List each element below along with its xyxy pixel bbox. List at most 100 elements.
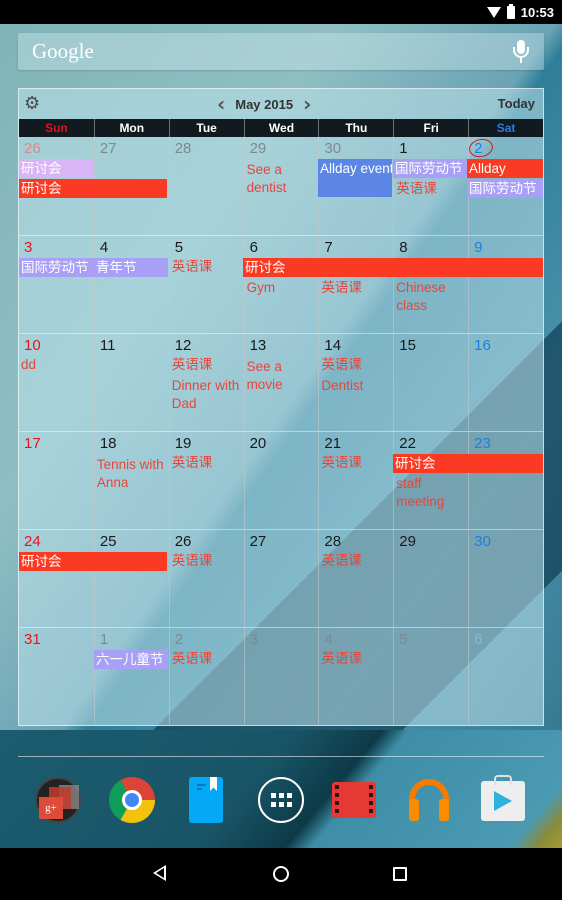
event-text[interactable]: Gym: [247, 279, 276, 297]
event-text[interactable]: 英语课: [321, 650, 362, 668]
navigation-bar: [0, 848, 562, 900]
event-text[interactable]: 英语课: [172, 258, 213, 276]
event-text[interactable]: Dentist: [321, 377, 363, 395]
day-cell[interactable]: 10 dd: [19, 334, 94, 431]
day-cell[interactable]: 9: [468, 236, 543, 334]
event-text[interactable]: 英语课: [321, 356, 362, 374]
day-cell[interactable]: 15: [393, 334, 468, 432]
day-cell[interactable]: 8 Chinese class: [393, 236, 468, 334]
day-cell[interactable]: 21 英语课: [318, 432, 393, 530]
app-drawer-icon[interactable]: [258, 777, 304, 823]
event-bar[interactable]: Allday event: [318, 159, 392, 197]
mic-icon[interactable]: [512, 39, 530, 64]
event-text[interactable]: 英语课: [321, 454, 362, 472]
day-cell[interactable]: 19 英语课: [168, 432, 244, 530]
gear-icon[interactable]: ⚙: [24, 94, 46, 114]
event-bar[interactable]: 研讨会: [393, 454, 543, 474]
day-cell[interactable]: 25: [93, 530, 169, 628]
event-text[interactable]: 英语课: [172, 454, 213, 472]
today-button[interactable]: Today: [498, 96, 535, 111]
week-row: 3 4 5 英语课 6 Gym 7 英语课 8 Chinese class 9 …: [19, 235, 543, 334]
day-number: 3: [249, 631, 258, 649]
event-bar[interactable]: 研讨会: [19, 179, 167, 198]
day-cell[interactable]: 18 Tennis with Anna: [93, 432, 169, 530]
home-icon[interactable]: [273, 866, 289, 882]
day-cell[interactable]: 6 Gym: [243, 236, 319, 334]
day-number: 4: [324, 631, 333, 649]
event-text[interactable]: Chinese class: [396, 279, 462, 315]
event-text[interactable]: 英语课: [321, 279, 362, 297]
day-cell[interactable]: 4 英语课: [318, 628, 393, 726]
day-cell[interactable]: 2 英语课: [168, 628, 244, 726]
day-cell[interactable]: 4: [93, 236, 169, 334]
chevron-left-icon[interactable]: ‹: [217, 94, 225, 114]
day-cell[interactable]: 30: [468, 530, 543, 628]
play-store-icon[interactable]: [481, 775, 525, 821]
recents-icon[interactable]: [393, 867, 407, 881]
day-cell[interactable]: 1 英语课: [393, 137, 468, 236]
event-text[interactable]: 英语课: [396, 180, 437, 198]
day-cell[interactable]: 5 英语课: [168, 236, 244, 334]
play-movies-icon[interactable]: [332, 782, 376, 818]
day-cell[interactable]: 28 英语课: [318, 530, 393, 628]
chevron-right-icon[interactable]: ›: [303, 94, 311, 114]
google-plus-icon[interactable]: g+: [35, 777, 81, 823]
play-music-icon[interactable]: [406, 777, 452, 823]
event-text[interactable]: 英语课: [321, 552, 362, 570]
event-text[interactable]: Tennis with Anna: [97, 456, 167, 492]
day-cell[interactable]: 14 英语课 Dentist: [318, 334, 393, 432]
day-number: 28: [174, 140, 192, 157]
day-number: 5: [399, 631, 408, 649]
month-label: May 2015: [235, 96, 294, 112]
event-text[interactable]: 英语课: [172, 356, 213, 374]
day-cell[interactable]: 29: [393, 530, 468, 628]
event-bar[interactable]: 国际劳动节: [19, 258, 94, 278]
day-cell[interactable]: 26 英语课: [168, 530, 244, 628]
status-bar: 10:53: [0, 0, 562, 24]
day-cell[interactable]: 28: [168, 137, 244, 236]
day-cell[interactable]: 13 See a movie: [243, 334, 319, 432]
event-bar[interactable]: 国际劳动节: [393, 159, 467, 178]
day-cell[interactable]: 17: [19, 432, 94, 529]
event-bar[interactable]: 六一儿童节: [94, 650, 168, 670]
day-cell[interactable]: 31: [19, 628, 94, 725]
day-cell[interactable]: 3: [243, 628, 319, 726]
event-text[interactable]: Dinner with Dad: [172, 377, 250, 413]
event-text[interactable]: 英语课: [172, 650, 213, 668]
day-cell[interactable]: 7 英语课: [318, 236, 393, 334]
event-bar[interactable]: Allday: [467, 159, 543, 178]
day-cell[interactable]: 20: [243, 432, 319, 530]
day-cell[interactable]: 12 英语课 Dinner with Dad: [168, 334, 244, 432]
event-bar[interactable]: 研讨会: [19, 552, 167, 572]
dock: g+: [0, 775, 562, 827]
day-cell[interactable]: 11: [93, 334, 169, 432]
event-bar[interactable]: 研讨会: [243, 258, 543, 278]
chrome-icon[interactable]: [109, 777, 155, 823]
event-text[interactable]: 英语课: [172, 552, 213, 570]
event-text[interactable]: See a dentist: [247, 161, 317, 197]
event-bar[interactable]: 国际劳动节: [467, 179, 543, 198]
event-text[interactable]: staff meeting: [396, 475, 456, 511]
day-cell[interactable]: 29 See a dentist: [243, 137, 319, 236]
day-cell[interactable]: 6: [468, 628, 543, 726]
event-bar[interactable]: 研讨会: [19, 159, 93, 178]
day-cell[interactable]: 1: [93, 628, 169, 726]
event-text[interactable]: dd: [21, 356, 36, 374]
day-number: 17: [24, 435, 41, 453]
back-icon[interactable]: [153, 865, 166, 881]
day-cell[interactable]: 5: [393, 628, 468, 726]
day-cell[interactable]: 16: [468, 334, 543, 432]
day-cell[interactable]: 3: [19, 236, 94, 333]
google-search-bar[interactable]: Google: [18, 33, 544, 70]
day-cell[interactable]: 22 staff meeting: [393, 432, 468, 530]
event-bar[interactable]: 青年节: [94, 258, 168, 278]
day-cell[interactable]: 27: [243, 530, 319, 628]
event-text[interactable]: See a movie: [247, 358, 307, 394]
weekday-wed: Wed: [243, 119, 319, 137]
week-row: 31 1 2 英语课 3 4 英语课 5 6 六一儿童节: [19, 627, 543, 726]
play-books-icon[interactable]: [189, 777, 223, 823]
day-number: 31: [24, 631, 41, 649]
day-cell[interactable]: 24: [19, 530, 94, 627]
day-cell[interactable]: 23: [468, 432, 543, 530]
day-number: 15: [399, 337, 416, 355]
